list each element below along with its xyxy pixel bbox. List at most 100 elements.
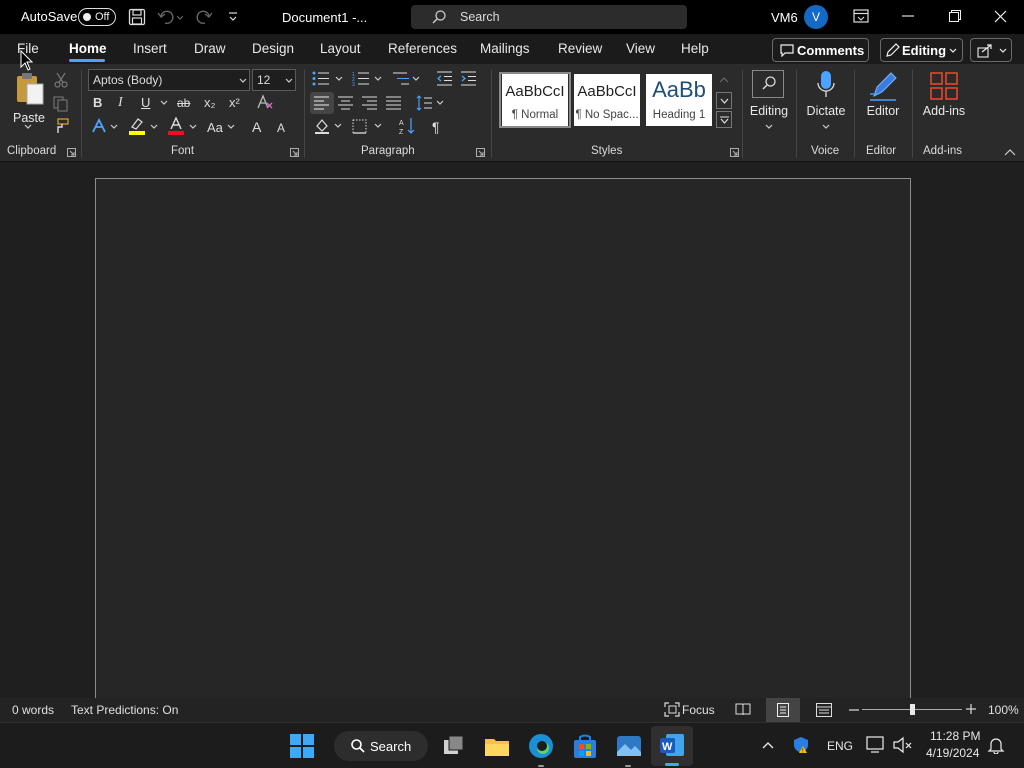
align-right-icon[interactable] xyxy=(362,96,378,110)
multilevel-list-icon[interactable] xyxy=(392,71,410,86)
avatar[interactable]: V xyxy=(804,5,828,29)
autosave-toggle[interactable]: Off xyxy=(78,8,116,26)
tab-references[interactable]: References xyxy=(388,41,457,56)
chevron-down-icon[interactable] xyxy=(227,124,235,130)
read-mode-icon[interactable] xyxy=(735,703,751,716)
shrink-font-button[interactable]: A xyxy=(277,121,285,135)
web-layout-icon[interactable] xyxy=(816,703,832,717)
style-heading-1[interactable]: AaBb Heading 1 xyxy=(646,74,712,126)
chevron-down-icon[interactable] xyxy=(189,124,197,130)
chevron-up-icon[interactable] xyxy=(719,76,729,83)
tab-draw[interactable]: Draw xyxy=(194,41,226,56)
zoom-in-icon[interactable] xyxy=(966,704,976,714)
add-ins-button[interactable]: Add-ins xyxy=(918,68,970,130)
font-color-icon[interactable] xyxy=(167,117,185,135)
tab-mailings[interactable]: Mailings xyxy=(480,41,530,56)
tab-home[interactable]: Home xyxy=(69,41,107,56)
style-no-spacing[interactable]: AaBbCcI ¶ No Spac... xyxy=(574,74,640,126)
tab-layout[interactable]: Layout xyxy=(320,41,361,56)
style-normal[interactable]: AaBbCcI ¶ Normal xyxy=(502,74,568,126)
superscript-button[interactable]: x² xyxy=(229,95,240,110)
document-page[interactable] xyxy=(95,178,911,708)
print-layout-button[interactable] xyxy=(766,698,800,722)
tab-insert[interactable]: Insert xyxy=(133,41,167,56)
editing-mode-button[interactable]: Editing xyxy=(880,38,963,62)
bullets-icon[interactable] xyxy=(312,71,330,86)
styles-more-button[interactable] xyxy=(716,111,732,128)
chevron-down-icon[interactable] xyxy=(110,124,118,130)
chevron-down-icon[interactable] xyxy=(150,124,158,130)
microsoft-store-icon[interactable] xyxy=(571,732,599,760)
file-explorer-icon[interactable] xyxy=(483,732,511,760)
clock-time[interactable]: 11:28 PM xyxy=(930,729,980,743)
numbering-icon[interactable]: 123 xyxy=(352,71,370,86)
text-effects-icon[interactable] xyxy=(91,118,107,134)
tab-review[interactable]: Review xyxy=(558,41,602,56)
dialog-launcher-icon[interactable] xyxy=(476,148,485,157)
focus-icon[interactable] xyxy=(664,702,680,717)
tab-help[interactable]: Help xyxy=(681,41,709,56)
editor-button[interactable]: Editor xyxy=(860,68,906,130)
subscript-button[interactable]: x₂ xyxy=(204,95,216,110)
chevron-down-icon[interactable] xyxy=(374,76,382,82)
notification-bell-icon[interactable] xyxy=(987,736,1005,754)
minimize-icon[interactable] xyxy=(902,15,914,17)
line-spacing-icon[interactable] xyxy=(416,95,444,111)
zoom-out-icon[interactable] xyxy=(849,709,859,711)
decrease-indent-icon[interactable] xyxy=(436,71,453,86)
dialog-launcher-icon[interactable] xyxy=(730,148,739,157)
editing-button[interactable]: Editing xyxy=(747,68,791,134)
collapse-ribbon-icon[interactable] xyxy=(1004,148,1016,156)
input-language[interactable]: ENG xyxy=(827,739,853,753)
close-icon[interactable] xyxy=(994,10,1007,23)
justify-icon[interactable] xyxy=(386,96,402,110)
scroll-down-button[interactable] xyxy=(716,92,732,109)
task-view-icon[interactable] xyxy=(440,732,468,760)
zoom-slider-thumb[interactable] xyxy=(910,704,915,715)
sort-icon[interactable]: AZ xyxy=(398,117,416,135)
cut-icon[interactable] xyxy=(54,72,68,88)
chevron-down-icon[interactable] xyxy=(412,76,420,82)
shading-icon[interactable] xyxy=(314,118,342,134)
zoom-slider[interactable] xyxy=(862,704,962,715)
save-icon[interactable] xyxy=(128,8,146,26)
customize-toolbar-icon[interactable] xyxy=(228,11,238,23)
word-count[interactable]: 0 words xyxy=(12,703,54,717)
share-button[interactable] xyxy=(970,38,1012,62)
clear-formatting-icon[interactable] xyxy=(256,94,274,110)
dialog-launcher-icon[interactable] xyxy=(290,148,299,157)
taskbar-search[interactable]: Search xyxy=(334,731,428,761)
strikethrough-button[interactable]: ab xyxy=(177,96,190,110)
tab-view[interactable]: View xyxy=(626,41,655,56)
align-center-icon[interactable] xyxy=(338,96,354,110)
dictate-button[interactable]: Dictate xyxy=(803,68,849,134)
document-title[interactable]: Document1 -... xyxy=(282,10,367,25)
focus-mode-button[interactable]: Focus xyxy=(682,703,715,717)
comments-button[interactable]: Comments xyxy=(772,38,869,62)
search-box[interactable]: Search xyxy=(411,5,687,29)
borders-icon[interactable] xyxy=(352,119,384,134)
word-taskbar-button[interactable]: W xyxy=(651,726,693,766)
grow-font-button[interactable]: A xyxy=(252,119,261,135)
windows-start-icon[interactable] xyxy=(288,732,316,760)
font-size-select[interactable]: 12 xyxy=(252,69,296,91)
photos-app-icon[interactable] xyxy=(615,732,643,760)
underline-button[interactable]: U xyxy=(141,95,150,110)
network-icon[interactable] xyxy=(866,736,886,754)
chevron-down-icon[interactable] xyxy=(24,124,32,130)
text-predictions-status[interactable]: Text Predictions: On xyxy=(71,703,178,717)
change-case-button[interactable]: Aa xyxy=(207,120,223,135)
highlight-color-icon[interactable] xyxy=(128,117,146,135)
edge-browser-icon[interactable] xyxy=(527,732,555,760)
bold-button[interactable]: B xyxy=(93,95,102,110)
paste-button[interactable]: Paste xyxy=(12,70,46,126)
user-name[interactable]: VM6 xyxy=(771,10,798,25)
italic-button[interactable]: I xyxy=(118,95,123,111)
increase-indent-icon[interactable] xyxy=(460,71,477,86)
dialog-launcher-icon[interactable] xyxy=(67,148,76,157)
copy-icon[interactable] xyxy=(53,96,69,112)
redo-icon[interactable] xyxy=(195,8,213,26)
align-left-button[interactable] xyxy=(310,92,334,114)
zoom-level[interactable]: 100% xyxy=(988,703,1019,717)
clock-date[interactable]: 4/19/2024 xyxy=(926,746,979,760)
